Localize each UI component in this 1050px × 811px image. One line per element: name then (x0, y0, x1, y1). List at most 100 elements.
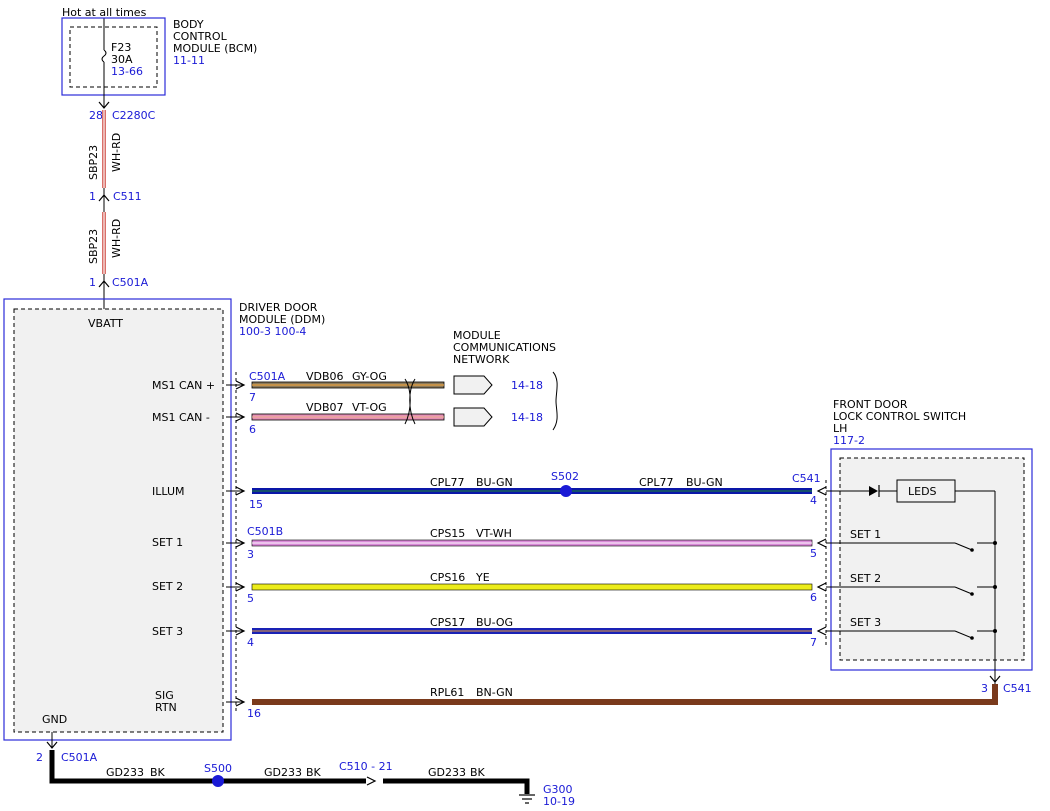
ground-pin: 2 (36, 751, 43, 764)
network-arrow-icon (453, 407, 493, 427)
ddm-pin-illum: ILLUM (152, 485, 185, 498)
ddm-module: VBATT DRIVER DOOR MODULE (DDM) 100-3 100… (3, 298, 325, 741)
color-wh-rd-label-1: WH-RD (110, 133, 123, 172)
connector-arrow-icon (816, 486, 827, 496)
wire-cps16-ye (251, 583, 813, 591)
ground-color-3: BK (470, 766, 486, 779)
connector-c510-label[interactable]: C510 - 21 (339, 760, 393, 773)
ground-circuit-2: GD233 (264, 766, 302, 779)
hot-at-all-times-label: Hot at all times (62, 6, 147, 19)
ground-color-1: BK (150, 766, 166, 779)
connector-arrow-icon (816, 582, 827, 592)
set1-ddm-pin: 3 (247, 548, 254, 561)
wire-set3: 4 CPS17 BU-OG 7 (226, 616, 827, 649)
pin-1-c501a-label: 1 (89, 276, 96, 289)
sig-rtn-sw-pin: 3 (981, 682, 988, 695)
can-plus-page-ref[interactable]: 14-18 (511, 379, 543, 392)
connector-c501a-feed-label[interactable]: C501A (112, 276, 149, 289)
sig-rtn-circuit: RPL61 (430, 686, 464, 699)
ground-wire: 2 C501A S500 GD233 BK GD233 BK C510 - 21… (36, 732, 575, 808)
illum-circuit-b: CPL77 (639, 476, 673, 489)
switch-name-line2: LOCK CONTROL SWITCH (833, 410, 966, 423)
wiring-diagram: Hot at all times F23 30A 13-66 BODY CONT… (3, 6, 1033, 808)
ddm-vbatt-label: VBATT (88, 317, 123, 330)
lock-switch-module: FRONT DOOR LOCK CONTROL SWITCH LH 117-2 … (825, 398, 1033, 700)
can-minus-color: VT-OG (352, 401, 387, 414)
switch-set2-label: SET 2 (850, 572, 881, 585)
switch-page-ref[interactable]: 117-2 (833, 434, 865, 447)
connector-arrow-icon (816, 626, 827, 636)
bcm-module: Hot at all times F23 30A 13-66 BODY CONT… (61, 6, 257, 100)
leds-label: LEDS (908, 485, 937, 498)
can-plus-pin: 7 (249, 391, 256, 404)
ground-circuit-1: GD233 (106, 766, 144, 779)
connector-c501b-label[interactable]: C501B (247, 525, 283, 538)
pin-1-c511-label: 1 (89, 190, 96, 203)
sig-rtn-color: BN-GN (476, 686, 513, 699)
fuse-page-ref[interactable]: 13-66 (111, 65, 143, 78)
ground-circuit-3: GD233 (428, 766, 466, 779)
ground-color-2: BK (306, 766, 322, 779)
splice-s502-icon (560, 485, 572, 497)
set3-circuit: CPS17 (430, 616, 465, 629)
can-minus-page-ref[interactable]: 14-18 (511, 411, 543, 424)
circuit-sbp23-label-1: SBP23 (87, 145, 100, 180)
ddm-pin-ms1-can-minus: MS1 CAN - (152, 411, 210, 424)
ddm-pin-set3: SET 3 (152, 625, 183, 638)
feed-wire: 28 C2280C SBP23 WH-RD 1 C511 SBP23 WH-RD… (87, 95, 156, 310)
sig-rtn-ddm-pin: 16 (247, 707, 261, 720)
wire-sig-rtn: 16 RPL61 BN-GN 3 C541 (226, 675, 1032, 720)
set3-sw-pin: 7 (810, 636, 817, 649)
connector-arrow-icon (816, 538, 827, 548)
illum-ddm-pin: 15 (249, 498, 263, 511)
can-plus-circuit: VDB06 (306, 370, 344, 383)
set2-sw-pin: 6 (810, 591, 817, 604)
ground-symbol-icon (519, 794, 535, 804)
set1-color: VT-WH (476, 527, 512, 540)
set1-sw-pin: 5 (810, 547, 817, 560)
connector-c2280c-label[interactable]: C2280C (112, 109, 156, 122)
ddm-inner-box (13, 308, 224, 733)
set2-circuit: CPS16 (430, 571, 465, 584)
connector-c501a-gnd-label[interactable]: C501A (61, 751, 98, 764)
connector-c501a-can-label[interactable]: C501A (249, 370, 286, 383)
illum-color-a: BU-GN (476, 476, 513, 489)
wire-set2: 5 CPS16 YE 6 (226, 571, 827, 605)
can-minus-pin: 6 (249, 423, 256, 436)
switch-set3-label: SET 3 (850, 616, 881, 629)
ddm-page-refs[interactable]: 100-3 100-4 (239, 325, 306, 338)
ddm-gnd-label: GND (42, 713, 67, 726)
ground-page-ref[interactable]: 10-19 (543, 795, 575, 808)
circuit-sbp23-label-2: SBP23 (87, 229, 100, 264)
connector-c511-label[interactable]: C511 (113, 190, 142, 203)
splice-s500-label[interactable]: S500 (204, 762, 232, 775)
pin-28-label: 28 (89, 109, 103, 122)
ddm-pin-set1: SET 1 (152, 536, 183, 549)
wire-rpl61-bn-gn (252, 699, 998, 705)
illum-sw-pin: 4 (810, 494, 817, 507)
set3-color: BU-OG (476, 616, 513, 629)
ddm-pin-ms1-can-plus: MS1 CAN + (152, 379, 215, 392)
connector-c541-rtn-label[interactable]: C541 (1003, 682, 1032, 695)
can-plus-color: GY-OG (352, 370, 387, 383)
ddm-pin-set2: SET 2 (152, 580, 183, 593)
bcm-page-ref[interactable]: 11-11 (173, 54, 205, 67)
illum-circuit-a: CPL77 (430, 476, 464, 489)
illum-color-b: BU-GN (686, 476, 723, 489)
fuse-icon (101, 49, 107, 63)
connector-c541-label[interactable]: C541 (792, 472, 821, 485)
network-arrow-icon (453, 375, 493, 395)
can-network: MODULE COMMUNICATIONS NETWORK C501A 7 VD… (226, 329, 558, 436)
splice-s502-label[interactable]: S502 (551, 470, 579, 483)
can-minus-circuit: VDB07 (306, 401, 344, 414)
splice-s500-icon (212, 775, 224, 787)
wire-illum: 15 CPL77 BU-GN S502 CPL77 BU-GN C541 4 (226, 470, 827, 511)
set1-circuit: CPS15 (430, 527, 465, 540)
brace-icon (552, 371, 558, 431)
network-name-line3: NETWORK (453, 353, 510, 366)
set2-color: YE (475, 571, 490, 584)
color-wh-rd-label-2: WH-RD (110, 219, 123, 258)
connector-arrow-icon (366, 776, 377, 786)
wire-gd233-bk-2 (383, 778, 530, 794)
ddm-pin-rtn: RTN (155, 701, 177, 714)
